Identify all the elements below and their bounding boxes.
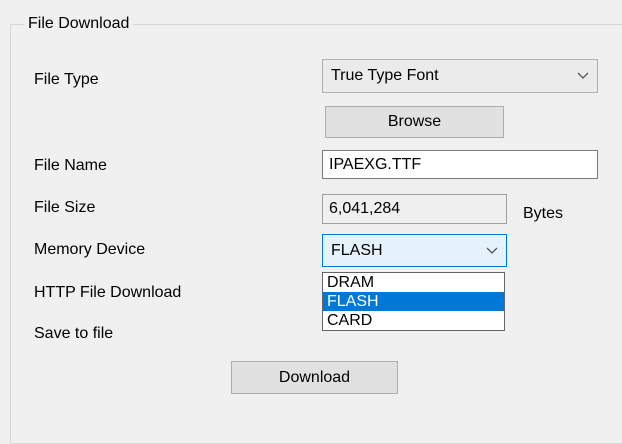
- memory-device-label: Memory Device: [34, 241, 146, 258]
- file-type-label: File Type: [34, 71, 99, 88]
- file-size-unit: Bytes: [523, 205, 564, 222]
- http-file-download-label: HTTP File Download: [34, 284, 182, 301]
- memory-device-select[interactable]: FLASH: [322, 234, 507, 267]
- dropdown-option-dram[interactable]: DRAM: [323, 273, 504, 292]
- file-name-label: File Name: [34, 157, 107, 174]
- chevron-down-icon: [478, 235, 506, 266]
- file-size-field: 6,041,284: [322, 194, 507, 224]
- save-to-file-label: Save to file: [34, 325, 114, 342]
- file-type-value: True Type Font: [331, 67, 439, 84]
- file-size-label: File Size: [34, 199, 96, 216]
- chevron-down-icon: [569, 60, 597, 92]
- memory-device-value: FLASH: [331, 241, 383, 259]
- file-name-field[interactable]: IPAEXG.TTF: [322, 150, 598, 179]
- memory-device-dropdown-list: DRAM FLASH CARD: [322, 272, 505, 331]
- dropdown-option-flash[interactable]: FLASH: [323, 292, 504, 311]
- group-title: File Download: [24, 14, 134, 34]
- browse-button[interactable]: Browse: [325, 106, 504, 138]
- download-button[interactable]: Download: [231, 361, 398, 394]
- file-type-select[interactable]: True Type Font: [322, 59, 598, 93]
- dropdown-option-card[interactable]: CARD: [323, 311, 504, 330]
